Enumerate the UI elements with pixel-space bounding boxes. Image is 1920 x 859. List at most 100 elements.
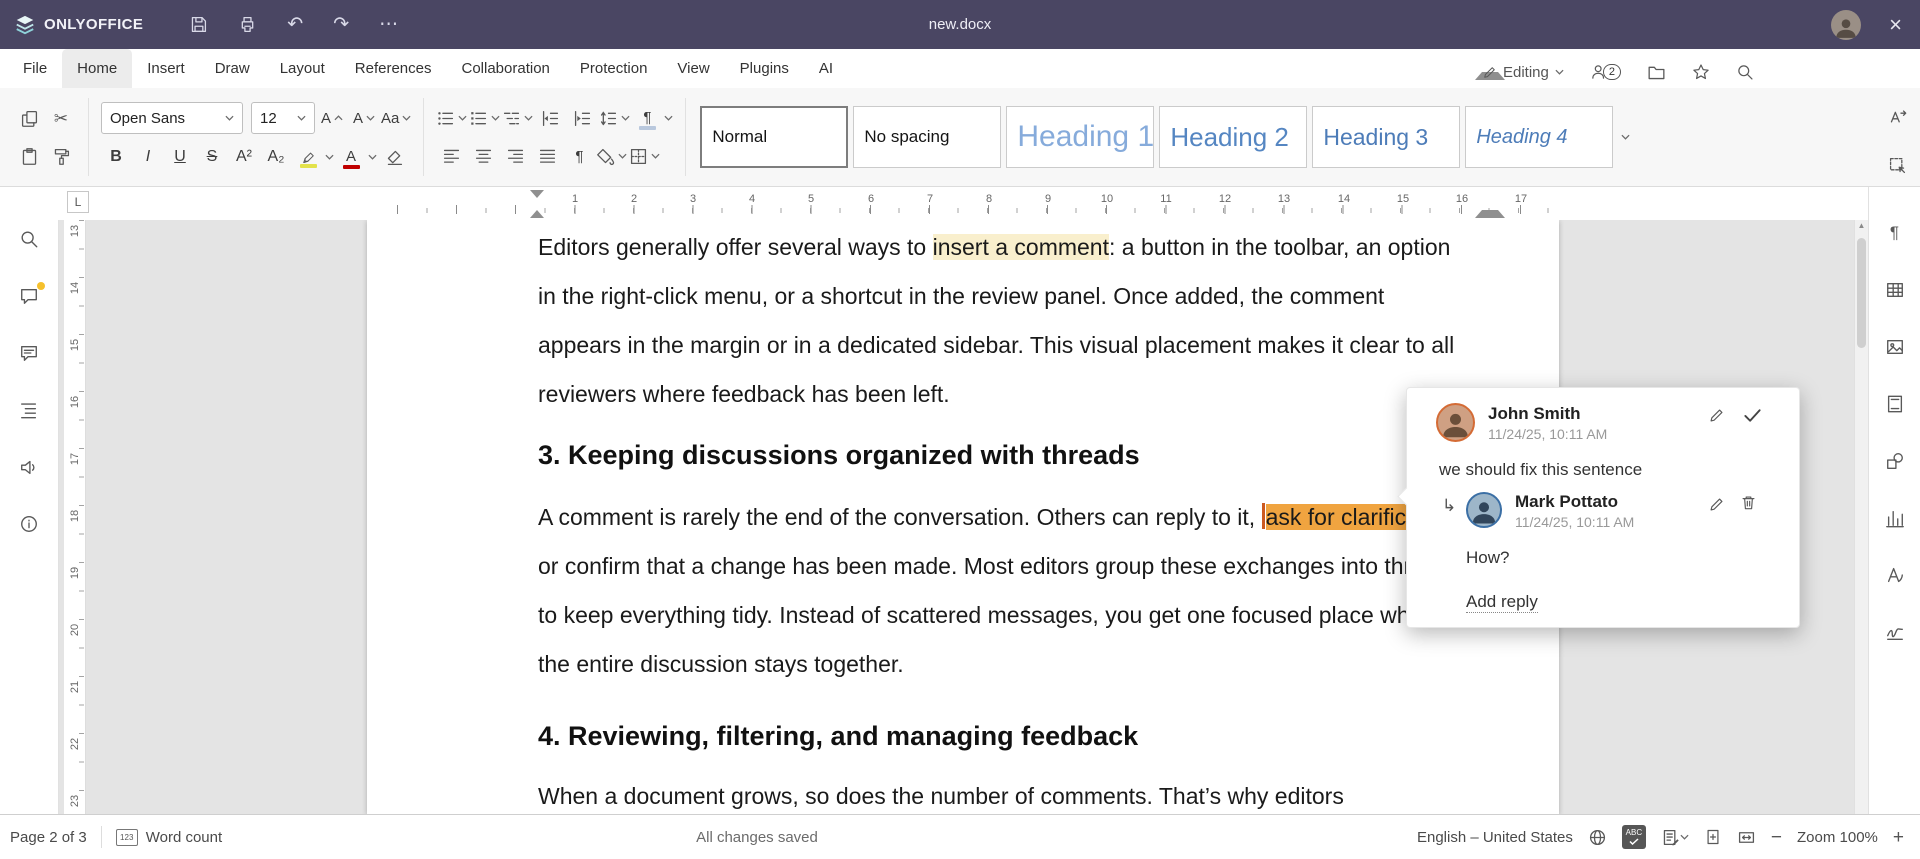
- close-button[interactable]: ×: [1889, 13, 1902, 36]
- page-indicator[interactable]: Page 2 of 3: [10, 829, 87, 846]
- commented-text-inactive[interactable]: insert a comment: [932, 234, 1109, 260]
- add-reply-button[interactable]: Add reply: [1466, 592, 1538, 613]
- multilevel-list-button[interactable]: [502, 103, 533, 133]
- style-heading-2[interactable]: Heading 2: [1159, 106, 1308, 168]
- menu-tab-protection[interactable]: Protection: [565, 49, 663, 88]
- chart-settings-button[interactable]: [1882, 507, 1908, 529]
- chevron-down-icon[interactable]: [664, 115, 673, 121]
- table-settings-button[interactable]: [1882, 279, 1908, 301]
- justify-button[interactable]: [532, 141, 562, 171]
- save-button[interactable]: [189, 15, 208, 34]
- paste-button[interactable]: [14, 141, 44, 171]
- menu-tab-view[interactable]: View: [662, 49, 724, 88]
- vertical-scrollbar[interactable]: ▲: [1854, 220, 1868, 814]
- find-button[interactable]: [16, 228, 42, 250]
- style-no-spacing[interactable]: No spacing: [853, 106, 1002, 168]
- hanging-indent-marker[interactable]: [530, 203, 544, 218]
- right-indent-marker[interactable]: [1475, 203, 1505, 218]
- cut-button[interactable]: ✂: [46, 103, 76, 133]
- shape-settings-button[interactable]: [1882, 450, 1908, 472]
- nonprinting-characters-button[interactable]: ¶: [564, 141, 594, 171]
- spell-check-button[interactable]: ABC: [1621, 825, 1646, 849]
- menu-tab-home[interactable]: Home: [62, 49, 133, 88]
- increase-font-size-button[interactable]: A: [317, 103, 347, 133]
- underline-button[interactable]: U: [165, 142, 195, 172]
- menu-tab-plugins[interactable]: Plugins: [725, 49, 804, 88]
- align-right-button[interactable]: [500, 141, 530, 171]
- zoom-out-button[interactable]: −: [1771, 828, 1782, 847]
- chevron-down-icon[interactable]: [325, 154, 334, 160]
- favorite-button[interactable]: [1692, 63, 1710, 81]
- style-heading-4[interactable]: Heading 4: [1465, 106, 1614, 168]
- line-spacing-button[interactable]: [599, 103, 630, 133]
- search-button[interactable]: [1736, 63, 1754, 81]
- bold-button[interactable]: B: [101, 142, 131, 172]
- align-left-button[interactable]: [436, 141, 466, 171]
- clear-style-button[interactable]: [379, 142, 409, 172]
- editing-mode-selector[interactable]: Editing: [1482, 64, 1564, 81]
- navigation-panel-button[interactable]: [16, 399, 42, 421]
- set-language-button[interactable]: [1588, 828, 1607, 847]
- document-language[interactable]: English – United States: [1417, 829, 1573, 846]
- feedback-button[interactable]: [16, 456, 42, 478]
- font-name-select[interactable]: Open Sans: [101, 102, 243, 134]
- textart-settings-button[interactable]: [1882, 564, 1908, 586]
- chat-panel-button[interactable]: [16, 342, 42, 364]
- delete-reply-button[interactable]: [1740, 494, 1757, 511]
- style-heading-3[interactable]: Heading 3: [1312, 106, 1461, 168]
- replace-button[interactable]: [1882, 102, 1912, 132]
- italic-button[interactable]: I: [133, 142, 163, 172]
- image-settings-button[interactable]: [1882, 336, 1908, 358]
- copy-style-button[interactable]: [46, 141, 76, 171]
- decrease-font-size-button[interactable]: A: [349, 103, 379, 133]
- users-button[interactable]: 2: [1590, 63, 1621, 81]
- style-normal[interactable]: Normal: [700, 106, 849, 168]
- change-case-button[interactable]: Aa: [381, 103, 411, 133]
- chevron-down-icon[interactable]: [368, 154, 377, 160]
- edit-reply-button[interactable]: [1708, 496, 1725, 513]
- tab-stop-selector[interactable]: L: [67, 191, 89, 213]
- word-count-button[interactable]: 123 Word count: [115, 828, 222, 846]
- menu-tab-collaboration[interactable]: Collaboration: [446, 49, 564, 88]
- numbered-list-button[interactable]: [469, 103, 500, 133]
- copy-button[interactable]: [14, 103, 44, 133]
- style-heading-1[interactable]: Heading 1: [1006, 106, 1155, 168]
- resolve-comment-button[interactable]: [1742, 405, 1763, 426]
- undo-button[interactable]: ↶: [287, 15, 303, 34]
- print-button[interactable]: [238, 15, 257, 34]
- align-center-button[interactable]: [468, 141, 498, 171]
- font-size-select[interactable]: 12: [251, 102, 315, 134]
- open-file-location-button[interactable]: [1647, 63, 1666, 82]
- track-changes-display-button[interactable]: [1661, 828, 1689, 847]
- scrollbar-thumb[interactable]: [1857, 238, 1866, 348]
- menu-tab-draw[interactable]: Draw: [200, 49, 265, 88]
- font-color-button[interactable]: A: [336, 142, 366, 172]
- shading-button[interactable]: [596, 141, 627, 171]
- bullet-list-button[interactable]: [436, 103, 467, 133]
- more-actions-button[interactable]: ⋯: [379, 15, 398, 34]
- strikethrough-button[interactable]: S: [197, 142, 227, 172]
- menu-tab-references[interactable]: References: [340, 49, 447, 88]
- zoom-in-button[interactable]: +: [1893, 828, 1904, 847]
- edit-comment-button[interactable]: [1708, 407, 1725, 424]
- highlight-color-button[interactable]: [293, 142, 323, 172]
- menu-tab-ai[interactable]: AI: [804, 49, 848, 88]
- headerfooter-settings-button[interactable]: [1882, 393, 1908, 415]
- borders-button[interactable]: [629, 141, 660, 171]
- increase-indent-button[interactable]: [567, 103, 597, 133]
- menu-tab-insert[interactable]: Insert: [132, 49, 200, 88]
- menu-tab-file[interactable]: File: [8, 49, 62, 88]
- select-all-button[interactable]: [1882, 150, 1912, 180]
- document-page[interactable]: Editors generally offer several ways to …: [367, 220, 1559, 814]
- about-button[interactable]: [16, 513, 42, 535]
- comments-panel-button[interactable]: [16, 282, 45, 307]
- more-styles-button[interactable]: [1613, 106, 1637, 168]
- superscript-button[interactable]: A²: [229, 142, 259, 172]
- scroll-up-arrow[interactable]: ▲: [1855, 221, 1868, 230]
- subscript-button[interactable]: A₂: [261, 142, 291, 172]
- paragraph-settings-button[interactable]: ¶: [1882, 222, 1908, 244]
- user-avatar[interactable]: [1831, 9, 1862, 40]
- fit-width-button[interactable]: [1737, 828, 1756, 847]
- menu-tab-layout[interactable]: Layout: [265, 49, 340, 88]
- decrease-indent-button[interactable]: [535, 103, 565, 133]
